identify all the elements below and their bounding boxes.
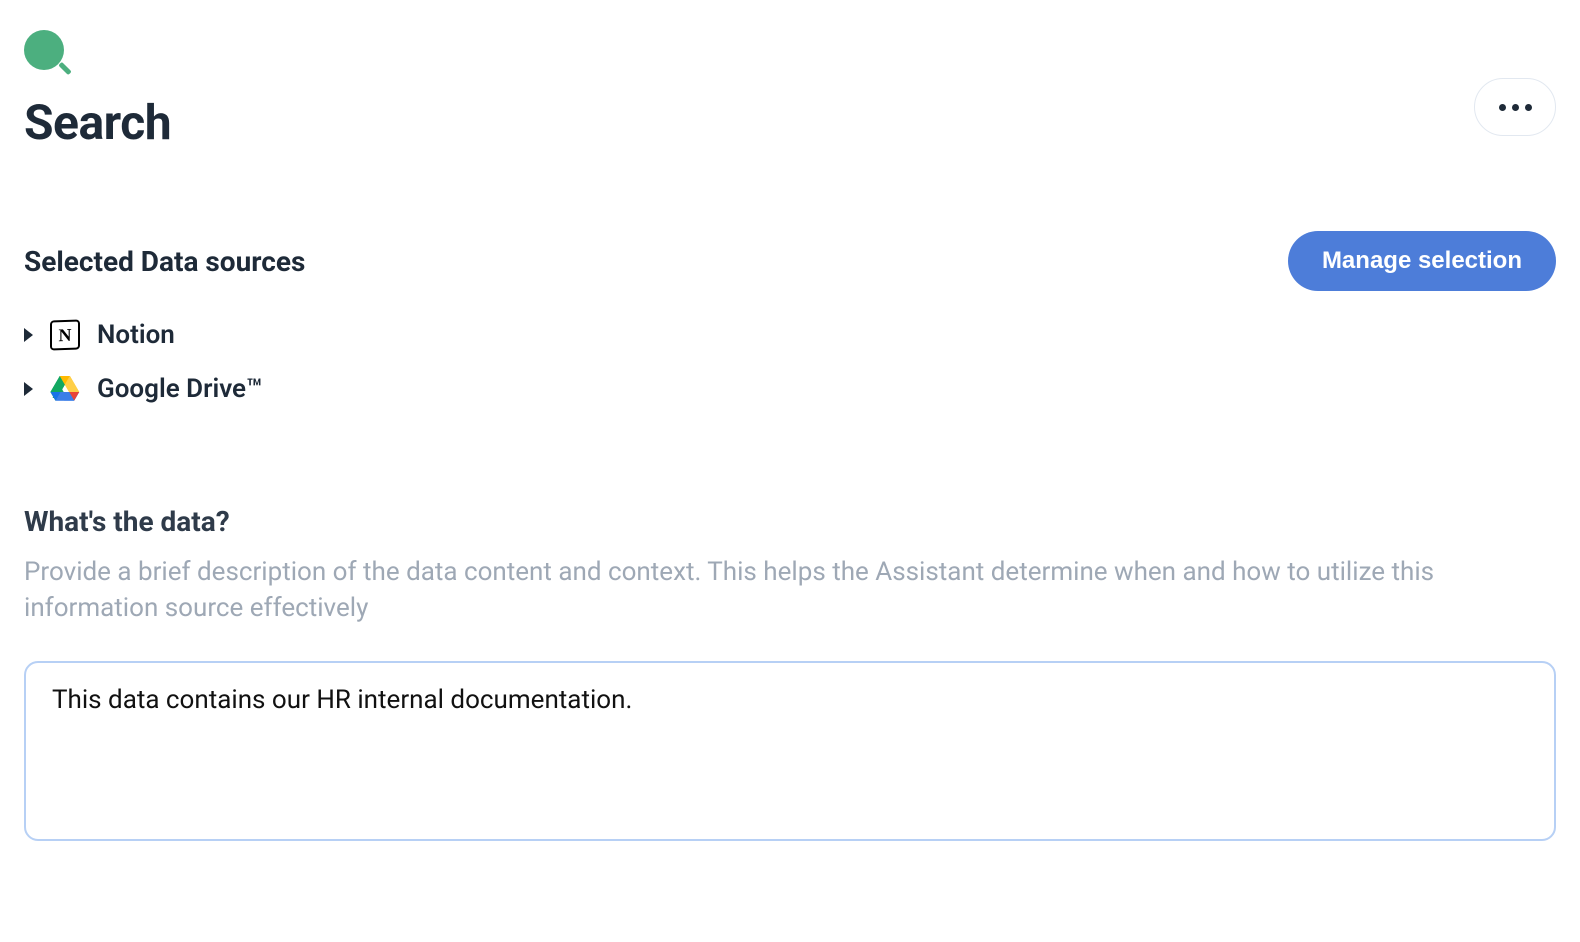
more-options-button[interactable] xyxy=(1474,78,1556,136)
data-source-item-notion[interactable]: N Notion xyxy=(24,319,1556,351)
data-sources-heading: Selected Data sources xyxy=(24,245,305,278)
data-source-label: Notion xyxy=(97,320,175,350)
whats-the-data-heading: What's the data? xyxy=(24,505,1556,538)
data-source-list: N Notion xyxy=(24,319,1556,405)
chevron-right-icon xyxy=(24,328,33,342)
title-block: Search xyxy=(24,30,171,151)
header-row: Search xyxy=(24,30,1556,151)
google-drive-icon xyxy=(49,373,81,405)
data-sources-header-row: Selected Data sources Manage selection xyxy=(24,231,1556,291)
data-source-label: Google Drive™ xyxy=(97,374,262,404)
dot-icon xyxy=(1525,104,1532,111)
search-icon xyxy=(24,30,72,78)
page-title: Search xyxy=(24,94,171,151)
data-description-textarea[interactable]: This data contains our HR internal docum… xyxy=(24,661,1556,841)
notion-icon: N xyxy=(49,319,81,351)
manage-selection-button[interactable]: Manage selection xyxy=(1288,231,1556,291)
data-source-item-google-drive[interactable]: Google Drive™ xyxy=(24,373,1556,405)
whats-the-data-description: Provide a brief description of the data … xyxy=(24,554,1554,627)
chevron-right-icon xyxy=(24,382,33,396)
dot-icon xyxy=(1512,104,1519,111)
dot-icon xyxy=(1499,104,1506,111)
